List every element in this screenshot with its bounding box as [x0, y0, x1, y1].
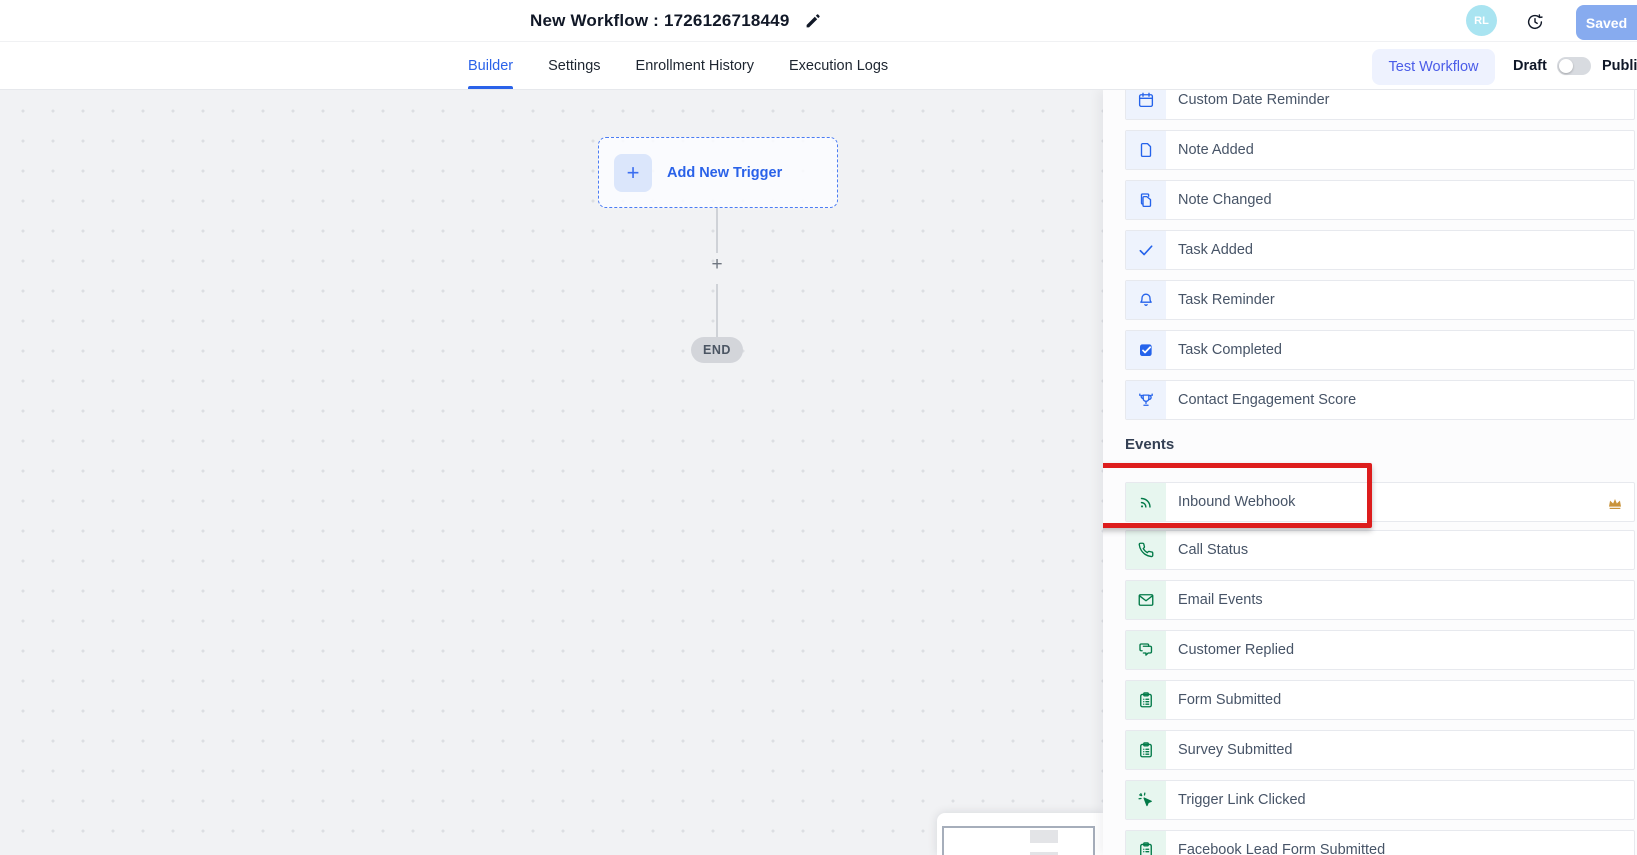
sidebar-item-note-changed[interactable]: Note Changed [1125, 180, 1635, 220]
history-button[interactable] [1523, 10, 1547, 34]
events-section-header: Events [1125, 436, 1174, 453]
tab-execution-logs[interactable]: Execution Logs [789, 42, 888, 89]
webhook-icon [1126, 483, 1166, 521]
trigger-sidebar: Custom Date Reminder Note Added Note Cha… [1103, 90, 1637, 855]
sidebar-item-form-submitted[interactable]: Form Submitted [1125, 680, 1635, 720]
sidebar-item-survey-submitted[interactable]: Survey Submitted [1125, 730, 1635, 770]
check-icon [1126, 231, 1166, 269]
edit-title-button[interactable] [803, 11, 823, 31]
sidebar-item-email-events[interactable]: Email Events [1125, 580, 1635, 620]
tab-builder[interactable]: Builder [468, 42, 513, 89]
mail-icon [1126, 581, 1166, 619]
minimap-viewport [942, 826, 1095, 855]
avatar[interactable]: RL [1466, 5, 1497, 36]
test-workflow-button[interactable]: Test Workflow [1372, 49, 1495, 85]
page-title: New Workflow : 1726126718449 [530, 11, 789, 31]
clipboard-icon [1126, 731, 1166, 769]
minimap-panel[interactable] [937, 813, 1103, 855]
trophy-icon [1126, 381, 1166, 419]
connector-line [716, 208, 718, 253]
sidebar-item-trigger-link-clicked[interactable]: Trigger Link Clicked [1125, 780, 1635, 820]
workflow-builder-app: New Workflow : 1726126718449 RL Saved Bu… [0, 0, 1637, 855]
pencil-icon [804, 12, 822, 30]
cursor-click-icon [1126, 781, 1166, 819]
checkbox-checked-icon [1126, 331, 1166, 369]
sidebar-item-note-added[interactable]: Note Added [1125, 130, 1635, 170]
calendar-icon [1126, 90, 1166, 119]
sidebar-item-task-completed[interactable]: Task Completed [1125, 330, 1635, 370]
history-clock-icon [1526, 13, 1544, 31]
workflow-canvas[interactable]: + Add New Trigger + END [0, 90, 1103, 855]
main-area: + Add New Trigger + END Custom Date Remi… [0, 90, 1637, 855]
note-icon [1126, 131, 1166, 169]
tab-bar: Builder Settings Enrollment History Exec… [0, 42, 1637, 90]
clipboard-icon [1126, 831, 1166, 855]
add-new-trigger-label: Add New Trigger [667, 165, 782, 181]
draft-label: Draft [1513, 42, 1547, 89]
sidebar-item-custom-date-reminder[interactable]: Custom Date Reminder [1125, 90, 1635, 120]
phone-icon [1126, 531, 1166, 569]
title-bar: New Workflow : 1726126718449 RL Saved [0, 0, 1637, 42]
connector-line [716, 284, 718, 337]
bell-icon [1126, 281, 1166, 319]
tab-settings[interactable]: Settings [548, 42, 600, 89]
sidebar-item-call-status[interactable]: Call Status [1125, 530, 1635, 570]
sidebar-item-customer-replied[interactable]: Customer Replied [1125, 630, 1635, 670]
toggle-knob [1559, 59, 1573, 73]
tab-enrollment-history[interactable]: Enrollment History [636, 42, 754, 89]
crown-premium-icon [1607, 495, 1623, 511]
end-node: END [691, 337, 743, 363]
add-step-plus-button[interactable]: + [707, 253, 727, 277]
sidebar-item-contact-engagement-score[interactable]: Contact Engagement Score [1125, 380, 1635, 420]
tabs: Builder Settings Enrollment History Exec… [468, 42, 888, 89]
sidebar-item-task-reminder[interactable]: Task Reminder [1125, 280, 1635, 320]
chat-icon [1126, 631, 1166, 669]
publish-label: Publish [1602, 42, 1637, 89]
sidebar-item-facebook-lead-form-submitted[interactable]: Facebook Lead Form Submitted [1125, 830, 1635, 855]
publish-toggle[interactable] [1557, 57, 1591, 75]
add-new-trigger-button[interactable]: + Add New Trigger [598, 137, 838, 208]
note-copy-icon [1126, 181, 1166, 219]
sidebar-item-task-added[interactable]: Task Added [1125, 230, 1635, 270]
plus-icon: + [614, 154, 652, 192]
minimap-node [1030, 830, 1058, 843]
clipboard-icon [1126, 681, 1166, 719]
sidebar-item-inbound-webhook[interactable]: Inbound Webhook [1125, 482, 1635, 522]
saved-button[interactable]: Saved [1576, 5, 1637, 40]
